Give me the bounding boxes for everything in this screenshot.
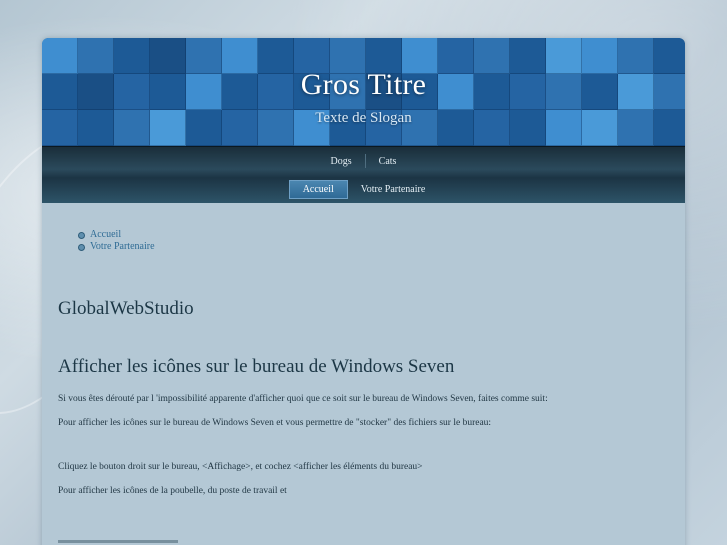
main-navigation: Dogs Cats Accueil Votre Partenaire — [42, 146, 685, 203]
nav-item-dogs[interactable]: Dogs — [318, 154, 365, 169]
site-name-heading: GlobalWebStudio — [58, 298, 194, 319]
circle-bullet-icon — [78, 231, 85, 239]
nav-item-cats[interactable]: Cats — [366, 154, 410, 169]
submenu-item-accueil: Accueil — [78, 229, 669, 241]
article-paragraph: Pour afficher les icônes sur le bureau d… — [58, 418, 492, 428]
article-paragraph: Si vous êtes dérouté par l 'impossibilit… — [58, 394, 548, 404]
submenu-link-accueil[interactable]: Accueil — [90, 229, 121, 241]
article-paragraph: Cliquez le bouton droit sur le bureau, <… — [58, 462, 423, 472]
nav-row-top: Dogs Cats — [42, 151, 685, 171]
main-content: Accueil Votre Partenaire GlobalWebStudio… — [42, 203, 685, 543]
site-header: Gros Titre Texte de Slogan — [42, 38, 685, 146]
nav-item-accueil[interactable]: Accueil — [288, 179, 348, 199]
nav-row-bottom: Accueil Votre Partenaire — [42, 179, 685, 199]
site-slogan: Texte de Slogan — [315, 110, 412, 126]
submenu-link-votre-partenaire[interactable]: Votre Partenaire — [90, 241, 155, 253]
site-title[interactable]: Gros Titre — [42, 68, 685, 102]
page-container: Gros Titre Texte de Slogan Dogs Cats Acc… — [42, 38, 685, 545]
nav-item-votre-partenaire[interactable]: Votre Partenaire — [348, 182, 439, 197]
submenu-item-votre-partenaire: Votre Partenaire — [78, 241, 669, 253]
article-paragraph: Pour afficher les icônes de la poubelle,… — [58, 486, 287, 496]
article-title: Afficher les icônes sur le bureau de Win… — [58, 356, 455, 377]
submenu: Accueil Votre Partenaire — [78, 229, 669, 253]
circle-bullet-icon — [78, 243, 85, 251]
next-heading-partial — [58, 540, 178, 543]
